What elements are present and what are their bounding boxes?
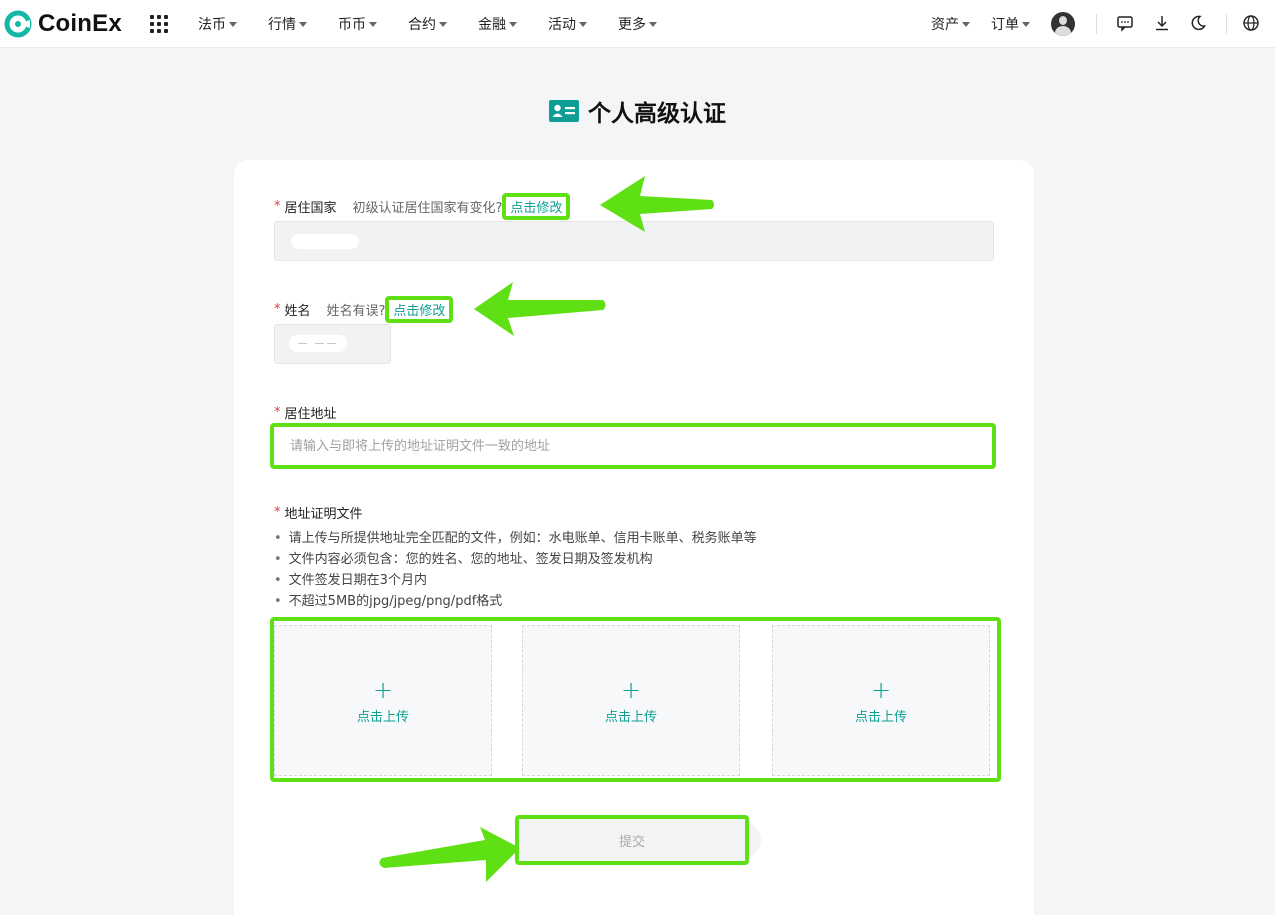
arrow-icon (379, 827, 520, 882)
arrow-icon (600, 176, 714, 232)
annotation-arrows (379, 176, 714, 882)
arrow-icon (474, 282, 606, 336)
